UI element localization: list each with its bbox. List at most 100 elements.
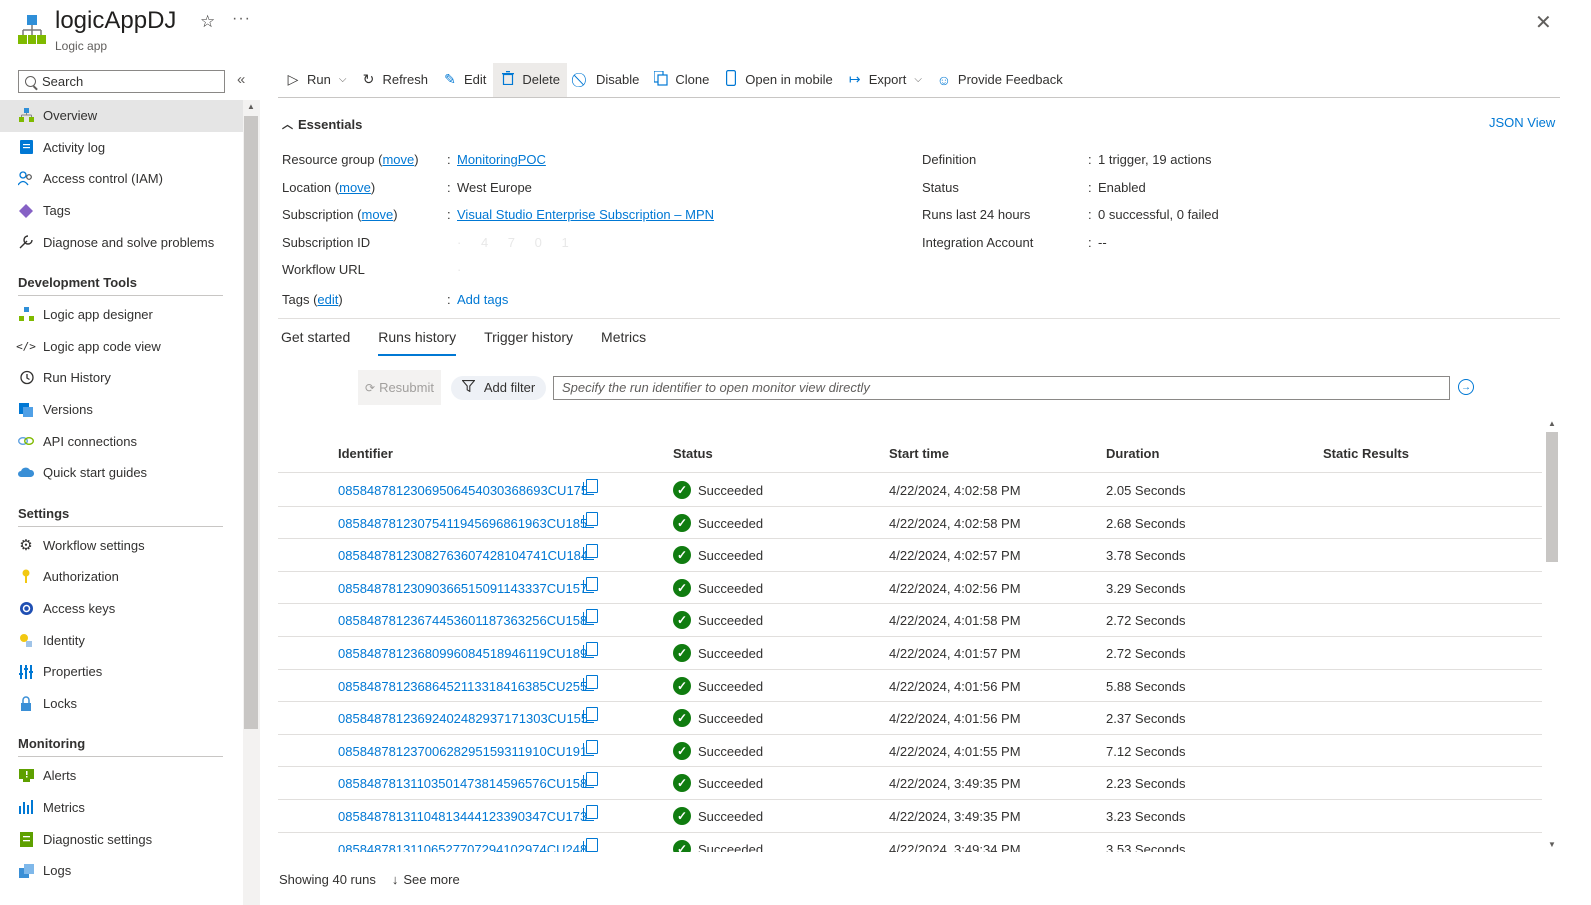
- sidebar-item-identity[interactable]: Identity: [0, 624, 243, 656]
- sidebar-item-diagnose[interactable]: Diagnose and solve problems: [0, 226, 243, 258]
- sidebar-item-access-keys[interactable]: Access keys: [0, 593, 243, 625]
- sidebar-item-run-history[interactable]: Run History: [0, 362, 243, 394]
- clone-button[interactable]: Clone: [646, 63, 716, 97]
- tab-runs-history[interactable]: Runs history: [378, 319, 456, 356]
- essentials-toggle[interactable]: ︿ Essentials: [282, 116, 362, 132]
- sidebar-item-metrics[interactable]: Metrics: [0, 792, 243, 824]
- run-identifier-link[interactable]: 08584878131106527707294102974CU248: [338, 842, 587, 852]
- move-link[interactable]: move: [382, 152, 414, 167]
- col-static-results[interactable]: Static Results: [1323, 446, 1409, 461]
- sidebar-item-overview[interactable]: Overview: [0, 100, 243, 132]
- table-row[interactable]: 08584878131106527707294102974CU248 ✓ Succe…: [278, 833, 1542, 852]
- json-view-link[interactable]: JSON View: [1489, 115, 1555, 130]
- sidebar-item-api-connections[interactable]: API connections: [0, 425, 243, 457]
- sidebar-item-tags[interactable]: Tags: [0, 195, 243, 227]
- run-identifier-link[interactable]: 08584878123680996084518946119CU189: [338, 646, 587, 661]
- run-identifier-link[interactable]: 08584878123082763607428104741CU184: [338, 548, 588, 563]
- sidebar-item-logic-app-designer[interactable]: Logic app designer: [0, 299, 243, 331]
- copy-icon[interactable]: [583, 609, 598, 626]
- close-icon[interactable]: ✕: [1535, 10, 1552, 35]
- col-identifier[interactable]: Identifier: [338, 446, 393, 461]
- copy-icon[interactable]: [583, 837, 598, 852]
- sidebar-item-logs[interactable]: Logs: [0, 855, 243, 887]
- collapse-sidebar-icon[interactable]: «: [237, 71, 245, 88]
- chevron-down-icon[interactable]: ⌵: [339, 74, 347, 85]
- table-row[interactable]: 08584878123090366515091143337CU157 ✓ Succe…: [278, 572, 1542, 605]
- table-row[interactable]: 08584878123686452113318416385CU255 ✓ Succe…: [278, 670, 1542, 703]
- copy-icon[interactable]: [583, 805, 598, 821]
- run-identifier-link[interactable]: 08584878131104813444123390347CU173: [338, 809, 587, 824]
- sidebar-item-activity-log[interactable]: Activity log: [0, 132, 243, 164]
- table-scrollbar[interactable]: ▲ ▼: [1544, 416, 1560, 852]
- copy-icon[interactable]: [583, 544, 598, 561]
- tab-get-started[interactable]: Get started: [281, 319, 350, 355]
- resubmit-button[interactable]: ⟳ Resubmit: [358, 370, 441, 405]
- col-status[interactable]: Status: [673, 446, 713, 461]
- run-identifier-input[interactable]: [553, 375, 1450, 400]
- run-identifier-link[interactable]: 08584878123090366515091143337CU157: [338, 581, 587, 596]
- run-identifier-link[interactable]: 08584878123686452113318416385CU255: [338, 679, 587, 694]
- copy-icon[interactable]: [583, 511, 598, 528]
- search-input[interactable]: [42, 74, 212, 89]
- disable-button[interactable]: ⃠ Disable: [567, 63, 646, 97]
- scroll-down-icon[interactable]: ▼: [1548, 840, 1556, 849]
- run-identifier-link[interactable]: 08584878123075411945696861963CU185: [338, 516, 587, 531]
- sidebar-item-properties[interactable]: Properties: [0, 656, 243, 688]
- subscription-link[interactable]: Visual Studio Enterprise Subscription – …: [457, 207, 714, 222]
- table-row[interactable]: 08584878131104813444123390347CU173 ✓ Succe…: [278, 800, 1542, 833]
- add-tags-link[interactable]: Add tags: [457, 292, 508, 307]
- tab-trigger-history[interactable]: Trigger history: [484, 319, 573, 355]
- move-link[interactable]: move: [362, 207, 394, 222]
- scroll-up-icon[interactable]: ▲: [1548, 419, 1556, 428]
- copy-icon[interactable]: [583, 479, 598, 495]
- run-button[interactable]: ▷ Run ⌵: [278, 63, 353, 97]
- sidebar-item-locks[interactable]: Locks: [0, 688, 243, 720]
- sidebar-item-versions[interactable]: Versions: [0, 394, 243, 426]
- table-row[interactable]: 08584878123075411945696861963CU185 ✓ Succe…: [278, 507, 1542, 540]
- move-link[interactable]: move: [339, 180, 371, 195]
- export-button[interactable]: ↦ Export ⌵: [840, 63, 929, 97]
- run-identifier-link[interactable]: 08584878131103501473814596576CU158: [338, 776, 587, 791]
- table-row[interactable]: 08584878131103501473814596576CU158 ✓ Succe…: [278, 767, 1542, 800]
- copy-icon[interactable]: [583, 707, 598, 724]
- table-scroll-thumb[interactable]: [1546, 432, 1558, 562]
- copy-icon[interactable]: [583, 674, 598, 691]
- sidebar-search[interactable]: [18, 70, 225, 93]
- run-identifier-link[interactable]: 08584878123692402482937171303CU155: [338, 711, 588, 726]
- sidebar-item-code-view[interactable]: </> Logic app code view: [0, 331, 243, 363]
- sidebar-item-alerts[interactable]: Alerts: [0, 760, 243, 792]
- edit-tags-link[interactable]: edit: [317, 292, 338, 307]
- sidebar-item-diagnostic-settings[interactable]: Diagnostic settings: [0, 823, 243, 855]
- table-row[interactable]: 08584878123082763607428104741CU184 ✓ Succe…: [278, 539, 1542, 572]
- table-row[interactable]: 08584878123680996084518946119CU189 ✓ Succe…: [278, 637, 1542, 670]
- open-mobile-button[interactable]: Open in mobile: [716, 63, 839, 97]
- table-row[interactable]: 08584878123069506454030368693CU175 ✓ Succe…: [278, 474, 1542, 507]
- sidebar-item-quick-start[interactable]: Quick start guides: [0, 457, 243, 489]
- see-more-button[interactable]: ↓ See more: [392, 872, 460, 887]
- refresh-button[interactable]: ↻ Refresh: [353, 63, 435, 97]
- table-row[interactable]: 08584878123700628295159311910CU191 ✓ Succe…: [278, 735, 1542, 768]
- sidebar-item-access-control[interactable]: Access control (IAM): [0, 163, 243, 195]
- tab-metrics[interactable]: Metrics: [601, 319, 646, 355]
- chevron-down-icon[interactable]: ⌵: [914, 74, 922, 85]
- run-identifier-link[interactable]: 08584878123069506454030368693CU175: [338, 483, 588, 498]
- sidebar-item-authorization[interactable]: Authorization: [0, 561, 243, 593]
- delete-button[interactable]: Delete: [493, 62, 567, 97]
- sidebar-item-workflow-settings[interactable]: ⚙ Workflow settings: [0, 530, 243, 562]
- sidebar-scrollbar[interactable]: ▲: [243, 100, 260, 905]
- col-start-time[interactable]: Start time: [889, 446, 949, 461]
- table-row[interactable]: 08584878123692402482937171303CU155 ✓ Succe…: [278, 702, 1542, 735]
- copy-icon[interactable]: [583, 576, 598, 593]
- sidebar-scroll-thumb[interactable]: [244, 116, 258, 729]
- edit-button[interactable]: ✎ Edit: [435, 63, 493, 97]
- copy-icon[interactable]: [583, 642, 598, 658]
- table-row[interactable]: 08584878123674453601187363256CU158 ✓ Succe…: [278, 604, 1542, 637]
- go-arrow-icon[interactable]: →: [1458, 379, 1474, 395]
- scroll-up-icon[interactable]: ▲: [247, 102, 255, 111]
- more-options-icon[interactable]: ···: [232, 10, 251, 28]
- feedback-button[interactable]: ☺ Provide Feedback: [929, 63, 1070, 97]
- copy-icon[interactable]: [583, 772, 598, 789]
- resource-group-link[interactable]: MonitoringPOC: [457, 152, 546, 167]
- copy-icon[interactable]: [583, 739, 598, 756]
- run-identifier-link[interactable]: 08584878123700628295159311910CU191: [338, 744, 587, 759]
